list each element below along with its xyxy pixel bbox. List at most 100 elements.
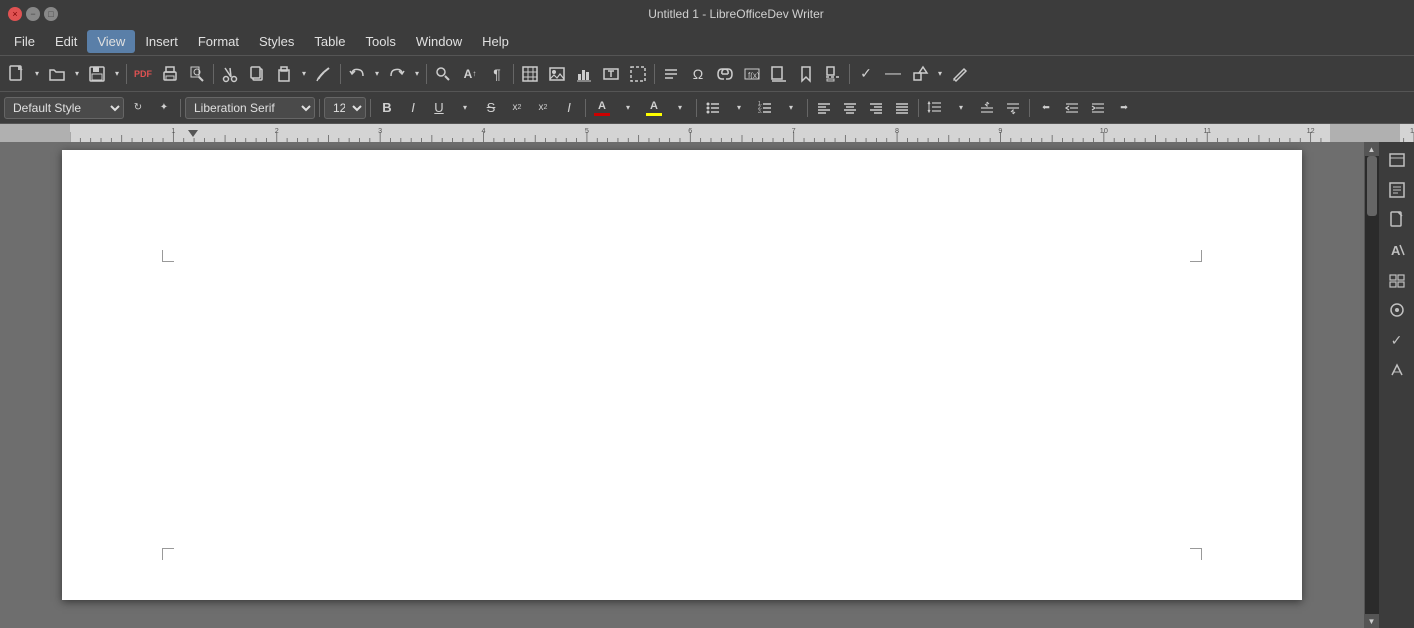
shapes-dropdown[interactable]: ▾ — [934, 61, 946, 87]
find-button[interactable] — [430, 61, 456, 87]
redo-dropdown[interactable]: ▾ — [411, 61, 423, 87]
pagebreak-button[interactable] — [820, 61, 846, 87]
footnote-button[interactable] — [766, 61, 792, 87]
cut-button[interactable] — [217, 61, 243, 87]
open-button[interactable] — [44, 61, 70, 87]
paragraph-style-select[interactable]: Default Style — [4, 97, 124, 119]
underline-button[interactable]: U — [427, 97, 451, 119]
paste-dropdown[interactable]: ▾ — [298, 61, 310, 87]
copy-button[interactable] — [244, 61, 270, 87]
scroll-up-button[interactable]: ▲ — [1365, 142, 1379, 156]
scroll-track[interactable] — [1365, 156, 1379, 614]
insert-frame-button[interactable] — [625, 61, 651, 87]
scroll-down-button[interactable]: ▼ — [1365, 614, 1379, 628]
menu-tools[interactable]: Tools — [355, 30, 405, 53]
subscript-button[interactable]: x2 — [531, 97, 555, 119]
rtl-button[interactable]: ➡ — [1112, 97, 1136, 119]
italic2-button[interactable]: I — [557, 97, 581, 119]
ordered-list-button[interactable]: 1.2.3. — [753, 97, 777, 119]
check-button[interactable]: ✓ — [853, 61, 879, 87]
increase-font-button[interactable]: A↑ — [457, 61, 483, 87]
sidebar-styles[interactable] — [1383, 176, 1411, 204]
minimize-button[interactable]: − — [26, 7, 40, 21]
insert-chart-button[interactable] — [571, 61, 597, 87]
print-preview-button[interactable] — [184, 61, 210, 87]
tab-stop-marker[interactable] — [188, 130, 198, 137]
line-button[interactable]: — — [880, 61, 906, 87]
unordered-list-button[interactable] — [701, 97, 725, 119]
line-spacing-button[interactable] — [923, 97, 947, 119]
maximize-button[interactable]: □ — [44, 7, 58, 21]
export-pdf-button[interactable]: PDF — [130, 61, 156, 87]
new-style-button[interactable]: ✦ — [152, 97, 176, 119]
menu-help[interactable]: Help — [472, 30, 519, 53]
line-spacing-dropdown[interactable]: ▾ — [949, 97, 973, 119]
align-justify-button[interactable] — [890, 97, 914, 119]
indent-decrease[interactable] — [1060, 97, 1084, 119]
undo-dropdown[interactable]: ▾ — [371, 61, 383, 87]
para-spacing-above[interactable] — [975, 97, 999, 119]
bookmark-button[interactable] — [793, 61, 819, 87]
menu-view[interactable]: View — [87, 30, 135, 53]
sidebar-text-format[interactable]: A — [1383, 236, 1411, 264]
shapes-button[interactable] — [907, 61, 933, 87]
insert-textbox-button[interactable] — [598, 61, 624, 87]
draw-button[interactable] — [947, 61, 973, 87]
font-color-dropdown[interactable]: ▾ — [616, 97, 640, 119]
undo-button[interactable] — [344, 61, 370, 87]
unordered-list-dropdown[interactable]: ▾ — [727, 97, 751, 119]
alignment-button[interactable] — [658, 61, 684, 87]
italic-button[interactable]: I — [401, 97, 425, 119]
indent-increase[interactable] — [1086, 97, 1110, 119]
strikethrough-button[interactable]: S — [479, 97, 503, 119]
sidebar-gallery[interactable] — [1383, 266, 1411, 294]
menu-edit[interactable]: Edit — [45, 30, 87, 53]
bold-button[interactable]: B — [375, 97, 399, 119]
menu-window[interactable]: Window — [406, 30, 472, 53]
print-button[interactable] — [157, 61, 183, 87]
show-formatting-button[interactable]: ¶ — [484, 61, 510, 87]
hyperlink-button[interactable] — [712, 61, 738, 87]
new-dropdown[interactable]: ▾ — [31, 61, 43, 87]
special-char-button[interactable]: Ω — [685, 61, 711, 87]
open-dropdown[interactable]: ▾ — [71, 61, 83, 87]
sidebar-template[interactable] — [1383, 206, 1411, 234]
menu-table[interactable]: Table — [304, 30, 355, 53]
save-button[interactable] — [84, 61, 110, 87]
close-button[interactable]: × — [8, 7, 22, 21]
font-color-button[interactable]: A — [590, 97, 614, 119]
format-paintbrush[interactable] — [311, 61, 337, 87]
sidebar-check[interactable]: ✓ — [1383, 326, 1411, 354]
font-size-select[interactable]: 12 — [324, 97, 366, 119]
ruler-middle[interactable]: 12345678910111213 — [70, 124, 1414, 142]
superscript-button[interactable]: x2 — [505, 97, 529, 119]
sidebar-navigator[interactable] — [1383, 296, 1411, 324]
document-area[interactable] — [0, 142, 1364, 628]
scroll-thumb[interactable] — [1367, 156, 1377, 216]
update-style-button[interactable]: ↻ — [126, 97, 150, 119]
menu-format[interactable]: Format — [188, 30, 249, 53]
insert-image-button[interactable] — [544, 61, 570, 87]
ordered-list-dropdown[interactable]: ▾ — [779, 97, 803, 119]
redo-button[interactable] — [384, 61, 410, 87]
document-page[interactable] — [62, 150, 1302, 600]
para-spacing-below[interactable] — [1001, 97, 1025, 119]
menu-file[interactable]: File — [4, 30, 45, 53]
underline-dropdown[interactable]: ▾ — [453, 97, 477, 119]
insert-table-button[interactable] — [517, 61, 543, 87]
menu-insert[interactable]: Insert — [135, 30, 188, 53]
paste-button[interactable] — [271, 61, 297, 87]
align-right-button[interactable] — [864, 97, 888, 119]
sidebar-macro[interactable] — [1383, 356, 1411, 384]
font-name-select[interactable]: Liberation Serif — [185, 97, 315, 119]
insert-field-button[interactable]: f(x) — [739, 61, 765, 87]
highlight-dropdown[interactable]: ▾ — [668, 97, 692, 119]
highlight-button[interactable]: A — [642, 97, 666, 119]
sidebar-properties[interactable] — [1383, 146, 1411, 174]
save-dropdown[interactable]: ▾ — [111, 61, 123, 87]
ltr-button[interactable]: ⬅ — [1034, 97, 1058, 119]
align-left-button[interactable] — [812, 97, 836, 119]
menu-styles[interactable]: Styles — [249, 30, 304, 53]
align-center-button[interactable] — [838, 97, 862, 119]
new-button[interactable] — [4, 61, 30, 87]
